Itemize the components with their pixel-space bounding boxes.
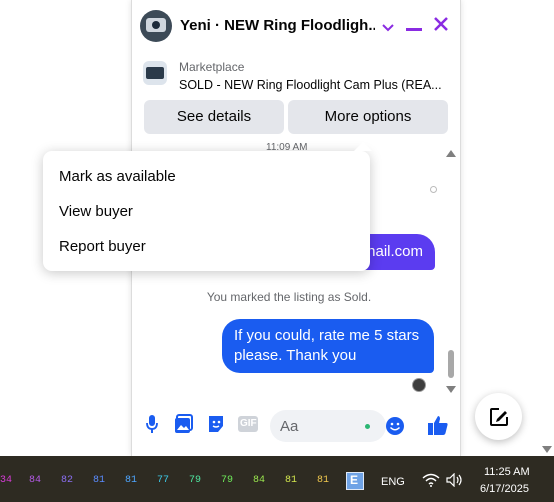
- photo-icon[interactable]: [173, 414, 195, 438]
- scroll-up-arrow[interactable]: [446, 150, 456, 157]
- app-icon[interactable]: E: [346, 472, 364, 490]
- avatar[interactable]: [140, 10, 172, 42]
- close-icon[interactable]: [429, 13, 453, 39]
- listing-title: SOLD - NEW Ring Floodlight Cam Plus (REA…: [179, 78, 442, 92]
- temp-reading: 34: [0, 475, 13, 486]
- temp-reading: 81: [93, 475, 106, 486]
- page-scroll-down-arrow[interactable]: [542, 446, 552, 453]
- scrollbar[interactable]: [446, 150, 456, 394]
- chat-title[interactable]: Yeni · NEW Ring Floodligh...: [180, 17, 375, 34]
- chevron-down-icon[interactable]: [376, 13, 400, 39]
- see-details-button[interactable]: See details: [144, 100, 284, 134]
- scroll-thumb[interactable]: [448, 350, 454, 378]
- seen-avatar: [412, 378, 426, 392]
- composer: GIF Aa: [132, 398, 460, 456]
- temp-reading: 79: [221, 475, 234, 486]
- temp-reading: 81: [317, 475, 330, 486]
- message-bubble: If you could, rate me 5 stars please. Th…: [222, 319, 434, 373]
- status-dot: [365, 424, 370, 429]
- listing-thumbnail: [143, 61, 167, 85]
- wifi-icon[interactable]: [422, 473, 440, 492]
- compose-icon: [489, 407, 508, 426]
- compose-button[interactable]: [475, 393, 522, 440]
- menu-item-report-buyer[interactable]: Report buyer: [59, 238, 146, 255]
- like-icon[interactable]: [426, 414, 450, 438]
- language-indicator[interactable]: ENG: [381, 476, 405, 488]
- system-message: You marked the listing as Sold.: [206, 290, 372, 304]
- temp-reading: 79: [189, 475, 202, 486]
- clock-time[interactable]: 11:25 AM: [484, 466, 530, 478]
- taskbar: 34 84 82 81 81 77 79 79 84 81 81 E ENG 1…: [0, 456, 554, 502]
- menu-item-view-buyer[interactable]: View buyer: [59, 203, 133, 220]
- emoji-icon[interactable]: [385, 416, 405, 441]
- more-options-menu: Mark as available View buyer Report buye…: [43, 142, 372, 271]
- sticker-icon[interactable]: [205, 414, 227, 438]
- chat-header: Yeni · NEW Ring Floodligh...: [132, 0, 460, 53]
- volume-icon[interactable]: [446, 472, 464, 492]
- temp-reading: 81: [285, 475, 298, 486]
- listing-card: Marketplace SOLD - NEW Ring Floodlight C…: [132, 52, 460, 142]
- more-options-button[interactable]: More options: [288, 100, 448, 134]
- minimize-icon[interactable]: [402, 13, 426, 39]
- scroll-down-arrow[interactable]: [446, 386, 456, 393]
- gif-icon[interactable]: GIF: [236, 414, 260, 438]
- clock-date[interactable]: 6/17/2025: [480, 483, 529, 495]
- temp-reading: 82: [61, 475, 74, 486]
- message-input[interactable]: Aa: [270, 410, 404, 442]
- listing-category: Marketplace: [179, 60, 245, 74]
- temp-reading: 84: [253, 475, 266, 486]
- menu-caret: [354, 142, 372, 151]
- temp-reading: 77: [157, 475, 170, 486]
- status-indicator: [430, 186, 437, 193]
- temp-reading: 84: [29, 475, 42, 486]
- temp-reading: 81: [125, 475, 138, 486]
- menu-item-mark-as-available[interactable]: Mark as available: [59, 168, 176, 185]
- microphone-icon[interactable]: [141, 414, 163, 438]
